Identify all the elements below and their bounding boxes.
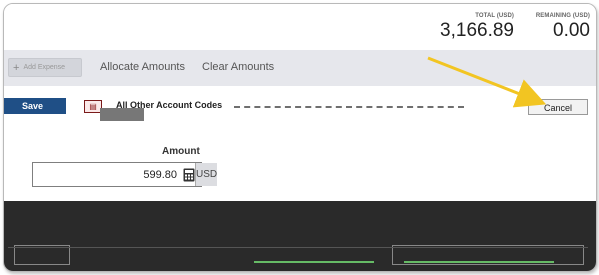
rendering-artifact-band: [4, 201, 596, 271]
remaining-label: REMAINING (USD): [535, 13, 590, 19]
plus-icon: +: [13, 61, 20, 74]
amount-field: USD: [32, 162, 218, 187]
artifact-divider: [8, 247, 588, 266]
allocation-toolbar: + Add Expense Allocate Amounts Clear Amo…: [4, 50, 596, 86]
artifact-speck: [404, 261, 554, 263]
currency-code: USD: [195, 163, 218, 186]
save-button[interactable]: Save: [4, 98, 66, 114]
remaining-value: 0.00: [553, 20, 590, 41]
remaining-summary: REMAINING (USD) 0.00: [516, 13, 590, 42]
total-value: 3,166.89: [440, 20, 514, 41]
expense-row: Save ▤ All Other Account Codes Cancel: [4, 90, 596, 124]
add-expense-label: Add Expense: [23, 64, 66, 71]
allocate-amounts-button[interactable]: Allocate Amounts: [100, 61, 185, 73]
window-frame: TOTAL (USD) 3,166.89 REMAINING (USD) 0.0…: [3, 3, 597, 272]
total-label: TOTAL (USD): [475, 13, 514, 19]
total-summary: TOTAL (USD) 3,166.89: [432, 13, 514, 42]
artifact-speck: [254, 261, 374, 263]
cancel-button[interactable]: Cancel: [528, 99, 588, 115]
calculator-icon[interactable]: [183, 163, 195, 186]
divider-line: [234, 106, 464, 110]
expense-type-label: All Other Account Codes: [116, 100, 223, 110]
add-expense-button[interactable]: + Add Expense: [8, 58, 82, 77]
amount-input[interactable]: [33, 163, 183, 186]
totals-header: TOTAL (USD) 3,166.89 REMAINING (USD) 0.0…: [4, 4, 596, 50]
amount-label: Amount: [162, 146, 200, 157]
clear-amounts-button[interactable]: Clear Amounts: [202, 61, 274, 73]
